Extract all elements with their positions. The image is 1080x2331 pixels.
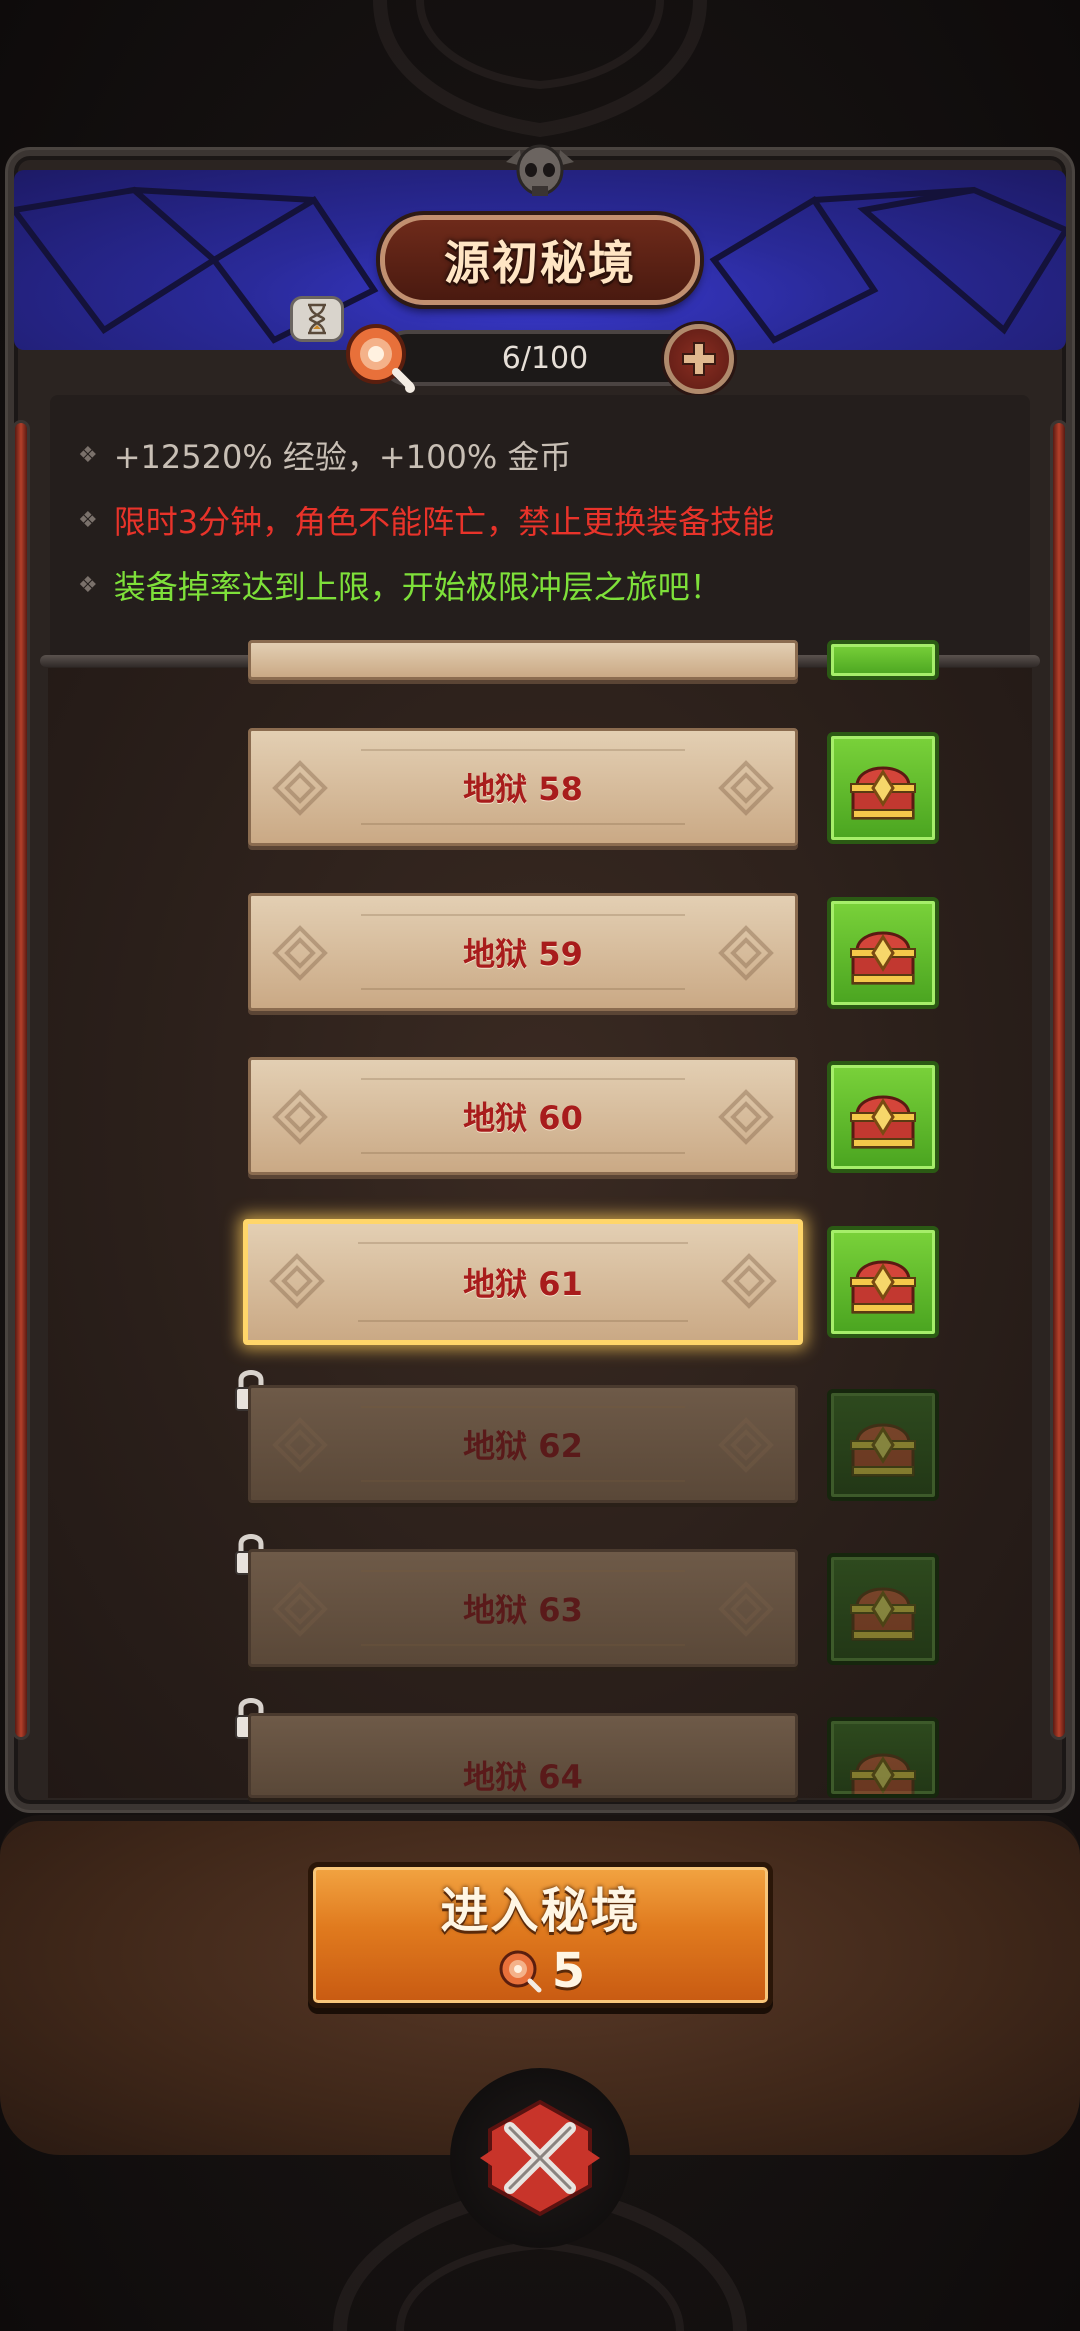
entry-cost: 5 [496, 1943, 585, 1999]
enter-dungeon-label: 进入秘境 [440, 1883, 641, 1939]
level-label: 地狱 63 [463, 1591, 583, 1629]
level-row-60[interactable]: 地狱 60 [248, 1057, 798, 1175]
enter-dungeon-button[interactable]: 进入秘境 5 [308, 1862, 773, 2008]
knot-ornament [272, 1089, 328, 1145]
level-row-63[interactable]: 地狱 63 [248, 1549, 798, 1667]
meat-icon [346, 324, 415, 393]
plus-icon [682, 342, 716, 376]
chest-icon [850, 766, 916, 820]
reward-chest-63[interactable] [827, 1553, 939, 1665]
knot-ornament [718, 1089, 774, 1145]
level-label: 地狱 59 [463, 935, 583, 973]
level-row-59[interactable]: 地狱 59 [248, 893, 798, 1011]
stamina-value: 6/100 [501, 340, 589, 376]
close-button[interactable] [450, 2068, 630, 2248]
drop-info: ❖ 装备掉率达到上限，开始极限冲层之旅吧！ [78, 562, 722, 608]
level-row-64[interactable]: 地狱 64 [248, 1713, 798, 1798]
level-row-58[interactable]: 地狱 58 [248, 728, 798, 846]
stamina-counter: 6/100 [380, 330, 710, 386]
meat-icon [499, 1950, 542, 1993]
chest-icon [850, 1423, 916, 1477]
chest-icon [850, 1753, 916, 1794]
reward-chest-62[interactable] [827, 1389, 939, 1501]
left-rail [12, 420, 30, 1740]
bonus-info: ❖ +12520% 经验，+100% 金币 [78, 432, 571, 478]
bonus-info-text: +12520% 经验，+100% 金币 [113, 438, 572, 476]
knot-ornament [721, 1253, 777, 1309]
knot-ornament [718, 1417, 774, 1473]
screen: 源初秘境 6/100 ❖ +12520% 经验，+100% 金币 ❖ 限时3分钟，角… [0, 0, 1080, 2331]
level-label: 地狱 64 [463, 1758, 583, 1796]
reward-chest-60[interactable] [827, 1061, 939, 1173]
reward-chest-64[interactable] [827, 1717, 939, 1798]
close-icon [480, 2099, 600, 2217]
skull-icon [506, 144, 574, 196]
chest-icon [850, 1587, 916, 1641]
chest-icon [850, 1095, 916, 1149]
page-title: 源初秘境 [380, 215, 700, 305]
reward-chest-61[interactable] [827, 1226, 939, 1338]
knot-ornament [272, 1417, 328, 1473]
hourglass-icon[interactable] [290, 296, 344, 342]
knot-ornament [269, 1253, 325, 1309]
knot-ornament [272, 1581, 328, 1637]
level-label: 地狱 60 [463, 1099, 583, 1137]
knot-ornament [718, 925, 774, 981]
chest-partial [827, 640, 939, 680]
chest-icon [850, 931, 916, 985]
knot-ornament [272, 760, 328, 816]
entry-cost-value: 5 [551, 1943, 586, 1999]
level-row-62[interactable]: 地狱 62 [248, 1385, 798, 1503]
level-label: 地狱 62 [463, 1427, 583, 1465]
level-row-partial [248, 640, 798, 680]
add-stamina-button[interactable] [664, 324, 734, 394]
rule-info-text: 限时3分钟，角色不能阵亡，禁止更换装备技能 [113, 503, 775, 541]
chest-icon [850, 1260, 916, 1314]
reward-chest-58[interactable] [827, 732, 939, 844]
reward-chest-59[interactable] [827, 897, 939, 1009]
level-row-61[interactable]: 地狱 61 [243, 1219, 803, 1345]
level-label: 地狱 61 [463, 1265, 583, 1303]
knot-ornament [272, 925, 328, 981]
rule-info: ❖ 限时3分钟，角色不能阵亡，禁止更换装备技能 [78, 497, 774, 543]
knot-ornament [718, 760, 774, 816]
knot-ornament [718, 1581, 774, 1637]
level-label: 地狱 58 [463, 770, 583, 808]
drop-info-text: 装备掉率达到上限，开始极限冲层之旅吧！ [113, 568, 722, 606]
right-rail [1050, 420, 1068, 1740]
